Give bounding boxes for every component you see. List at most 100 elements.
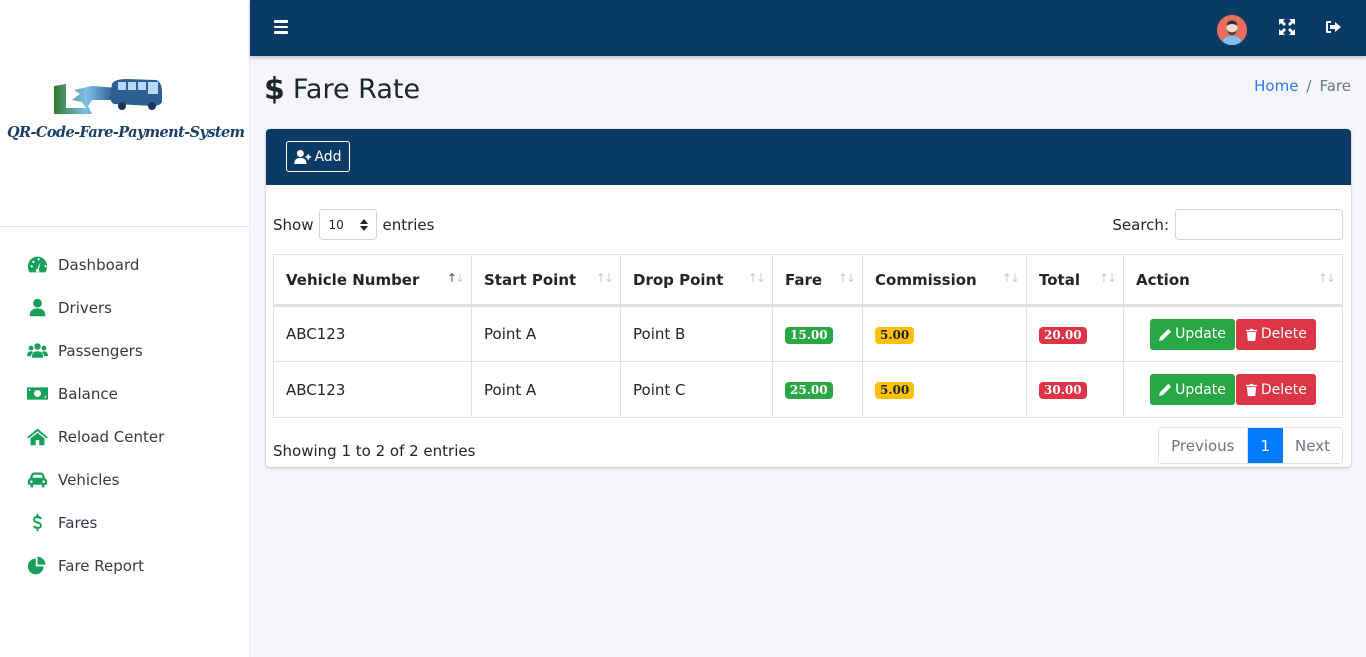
cell-fare: 15.00: [772, 305, 863, 362]
cell-action: Update Delete: [1123, 361, 1343, 418]
page-title-text: Fare Rate: [292, 74, 421, 105]
sidebar-item-dashboard[interactable]: Dashboard: [0, 243, 249, 286]
sidebar-item-reload-center[interactable]: Reload Center: [0, 415, 249, 458]
sidebar-item-label: Balance: [58, 384, 118, 403]
sort-arrows-icon: [360, 218, 369, 231]
fare-table-card: Add Show 10 entries Search: Vehicle Numb…: [266, 129, 1351, 467]
card-header: Add: [266, 129, 1351, 185]
cell-start-point: Point A: [471, 305, 621, 362]
sidebar-item-label: Passengers: [58, 341, 143, 360]
sort-icon: ↑↓: [747, 271, 766, 285]
cell-commission: 5.00: [862, 361, 1027, 418]
cell-commission: 5.00: [862, 305, 1027, 362]
fares-table: Vehicle Number ↑↓ Start Point ↑↓ Drop Poin…: [273, 254, 1343, 418]
expand-icon[interactable]: [1279, 19, 1297, 37]
sort-icon: ↑↓: [837, 271, 856, 285]
sidebar-item-label: Vehicles: [58, 470, 120, 489]
update-button[interactable]: Update: [1150, 374, 1235, 405]
cell-total: 30.00: [1026, 361, 1124, 418]
fare-badge: 25.00: [785, 382, 833, 399]
cell-vehicle-number: ABC123: [273, 305, 472, 362]
home-icon: [26, 427, 48, 447]
sidebar-item-fare-report[interactable]: Fare Report: [0, 544, 249, 587]
bus-road-logo-icon: [54, 79, 162, 114]
dollar-icon: [26, 513, 48, 533]
user-avatar[interactable]: [1217, 15, 1247, 45]
breadcrumb-separator: /: [1306, 77, 1312, 95]
user-plus-icon: [294, 149, 312, 164]
money-bill-icon: [26, 384, 48, 404]
page-length-value: 10: [328, 217, 344, 232]
cell-total: 20.00: [1026, 305, 1124, 362]
user-icon: [26, 298, 48, 318]
sidebar-item-label: Fares: [58, 513, 98, 532]
add-button-label: Add: [314, 148, 342, 165]
sidebar-item-drivers[interactable]: Drivers: [0, 286, 249, 329]
sort-icon: ↑↓: [1098, 271, 1117, 285]
sidebar-item-label: Fare Report: [58, 556, 145, 575]
sort-icon: ↑↓: [446, 271, 465, 285]
page-length-select[interactable]: 10: [319, 209, 378, 240]
pie-chart-icon: [26, 556, 48, 576]
search-input[interactable]: [1175, 209, 1343, 240]
total-badge: 30.00: [1039, 382, 1087, 399]
top-navbar: [250, 0, 1366, 56]
car-icon: [26, 470, 48, 490]
pencil-icon: [1159, 383, 1172, 396]
column-header-vehicle-number[interactable]: Vehicle Number ↑↓: [273, 254, 472, 307]
pagination-page-1[interactable]: 1: [1247, 428, 1284, 463]
add-button[interactable]: Add: [286, 141, 350, 172]
fare-badge: 15.00: [785, 326, 833, 344]
cell-vehicle-number: ABC123: [273, 361, 472, 418]
column-header-action[interactable]: Action ↑↓: [1123, 254, 1343, 307]
dollar-icon: $: [264, 72, 285, 107]
sidebar-item-passengers[interactable]: Passengers: [0, 329, 249, 372]
show-label: Show: [273, 215, 314, 234]
delete-button[interactable]: Delete: [1235, 374, 1316, 405]
cell-drop-point: Point B: [620, 305, 773, 362]
search-label: Search:: [1112, 215, 1169, 234]
search-control: Search:: [1112, 209, 1343, 240]
table-row: ABC123 Point A Point C 25.00 5.00 30.00 …: [273, 361, 1343, 418]
commission-badge: 5.00: [875, 326, 915, 344]
cell-fare: 25.00: [772, 361, 863, 418]
column-header-drop-point[interactable]: Drop Point ↑↓: [620, 254, 773, 307]
sidebar-item-label: Reload Center: [58, 427, 165, 446]
entries-label: entries: [382, 215, 435, 234]
tachometer-icon: [26, 255, 48, 275]
sidebar-item-fares[interactable]: Fares: [0, 501, 249, 544]
trash-icon: [1245, 383, 1257, 396]
column-header-start-point[interactable]: Start Point ↑↓: [471, 254, 621, 307]
pagination-previous[interactable]: Previous: [1159, 428, 1248, 463]
table-row: ABC123 Point A Point B 15.00 5.00 20.00 …: [273, 305, 1343, 362]
breadcrumb-home-link[interactable]: Home: [1254, 77, 1298, 95]
sidebar-item-label: Dashboard: [58, 255, 140, 274]
sort-icon: ↑↓: [1001, 271, 1020, 285]
page-title: $ Fare Rate: [264, 72, 420, 107]
users-icon: [26, 341, 48, 361]
delete-button[interactable]: Delete: [1235, 318, 1316, 350]
sidebar-item-vehicles[interactable]: Vehicles: [0, 458, 249, 501]
breadcrumb-current: Fare: [1319, 77, 1351, 95]
sidebar-item-balance[interactable]: Balance: [0, 372, 249, 415]
bars-icon[interactable]: [274, 20, 288, 34]
brand-logo[interactable]: QR-Code-Fare-Payment-System: [0, 0, 249, 227]
sidebar-item-label: Drivers: [58, 298, 112, 317]
sign-out-icon[interactable]: [1325, 19, 1343, 37]
update-button[interactable]: Update: [1150, 318, 1235, 350]
pagination-next[interactable]: Next: [1283, 428, 1342, 463]
table-header-row: Vehicle Number ↑↓ Start Point ↑↓ Drop Poin…: [273, 254, 1343, 307]
cell-drop-point: Point C: [620, 361, 773, 418]
avatar-person-icon: [1217, 15, 1247, 45]
table-info: Showing 1 to 2 of 2 entries: [273, 442, 476, 460]
column-header-commission[interactable]: Commission ↑↓: [862, 254, 1027, 307]
sort-icon: ↑↓: [595, 271, 614, 285]
trash-icon: [1245, 328, 1257, 341]
column-header-total[interactable]: Total ↑↓: [1026, 254, 1124, 307]
breadcrumb: Home / Fare: [1254, 77, 1351, 95]
column-header-fare[interactable]: Fare ↑↓: [772, 254, 863, 307]
commission-badge: 5.00: [875, 382, 915, 399]
page-length-control: Show 10 entries: [273, 209, 434, 240]
brand-name: QR-Code-Fare-Payment-System: [7, 124, 245, 141]
sidebar-nav: Dashboard Drivers Passengers Balance Rel…: [0, 227, 249, 587]
